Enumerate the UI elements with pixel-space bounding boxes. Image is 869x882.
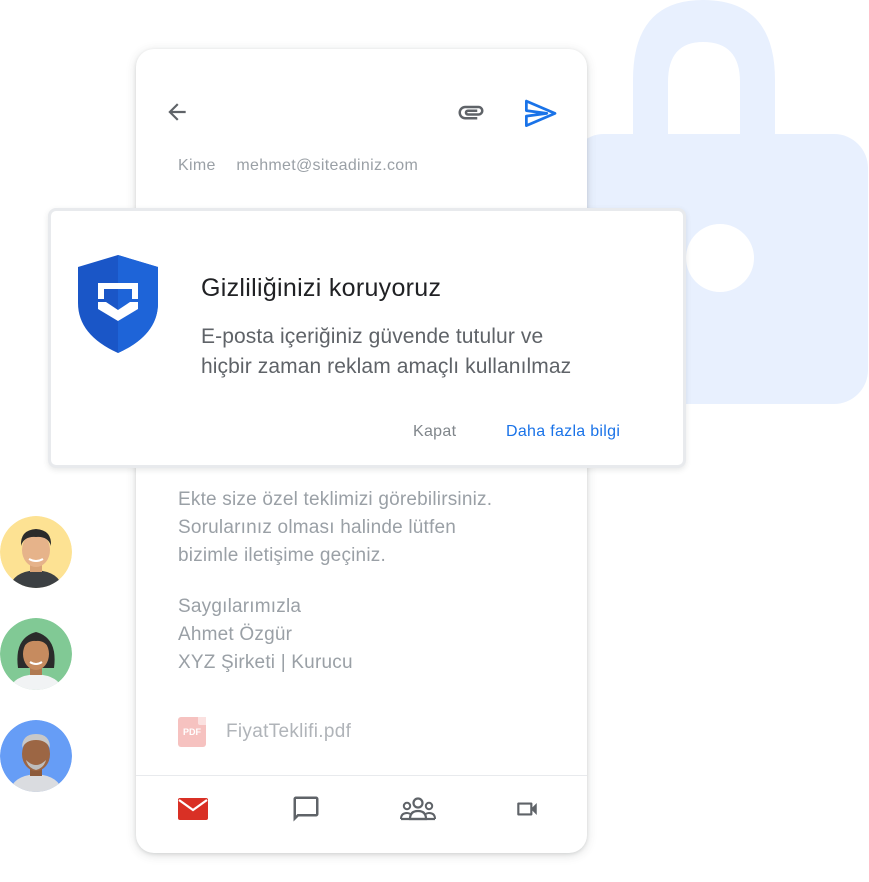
nav-divider [136,775,587,776]
attachment-file-name: FiyatTeklifi.pdf [226,721,352,742]
person-avatar-icon [0,618,72,690]
pdf-icon: PDF [178,717,206,747]
signature-line: XYZ Şirketi | Kurucu [178,652,353,673]
message-body[interactable]: Ekte size özel teklimizi görebilirsiniz.… [178,486,558,570]
avatar[interactable] [0,720,72,792]
description-line: hiçbir zaman reklam amaçlı kullanılmaz [201,355,572,378]
nav-chat[interactable] [286,789,326,829]
back-button[interactable] [160,95,194,129]
body-line: bizimle iletişime geçiniz. [178,545,386,566]
learn-more-button[interactable]: Daha fazla bilgi [506,423,620,441]
body-line: Sorularınız olması halinde lütfen [178,517,457,538]
body-line: Ekte size özel teklimizi görebilirsiniz. [178,489,493,510]
nav-video[interactable] [507,789,547,829]
attach-button[interactable] [454,97,488,127]
person-avatar-icon [0,516,72,588]
to-label: Kime [178,157,216,174]
shield-icon [78,255,158,353]
recipient-email[interactable]: mehmet@siteadiniz.com [236,157,418,174]
send-button[interactable] [522,95,558,129]
chat-icon [293,796,319,822]
avatar[interactable] [0,516,72,588]
signature-line: Ahmet Özgür [178,624,293,645]
bottom-nav [136,789,587,829]
avatar[interactable] [0,618,72,690]
people-icon [400,797,436,821]
nav-people[interactable] [398,789,438,829]
mail-icon [178,798,208,820]
description-line: E-posta içeriğiniz güvende tutulur ve [201,325,544,348]
close-button[interactable]: Kapat [413,423,456,441]
send-icon [525,99,557,127]
arrow-back-icon [168,103,186,121]
signature-line: Saygılarımızla [178,596,302,617]
nav-mail[interactable] [173,789,213,829]
signature: Saygılarımızla Ahmet Özgür XYZ Şirketi |… [178,593,353,677]
recipient-row[interactable]: Kime mehmet@siteadiniz.com [178,157,418,175]
dialog-title: Gizliliğinizi koruyoruz [201,274,442,302]
privacy-dialog: Gizliliğinizi koruyoruz E-posta içeriğin… [48,208,686,468]
dialog-description: E-posta içeriğiniz güvende tutulur ve hi… [201,322,571,382]
video-icon [517,802,537,816]
attachment[interactable]: PDF FiyatTeklifi.pdf [178,717,351,747]
person-avatar-icon [0,720,72,792]
attach-icon [458,105,484,120]
